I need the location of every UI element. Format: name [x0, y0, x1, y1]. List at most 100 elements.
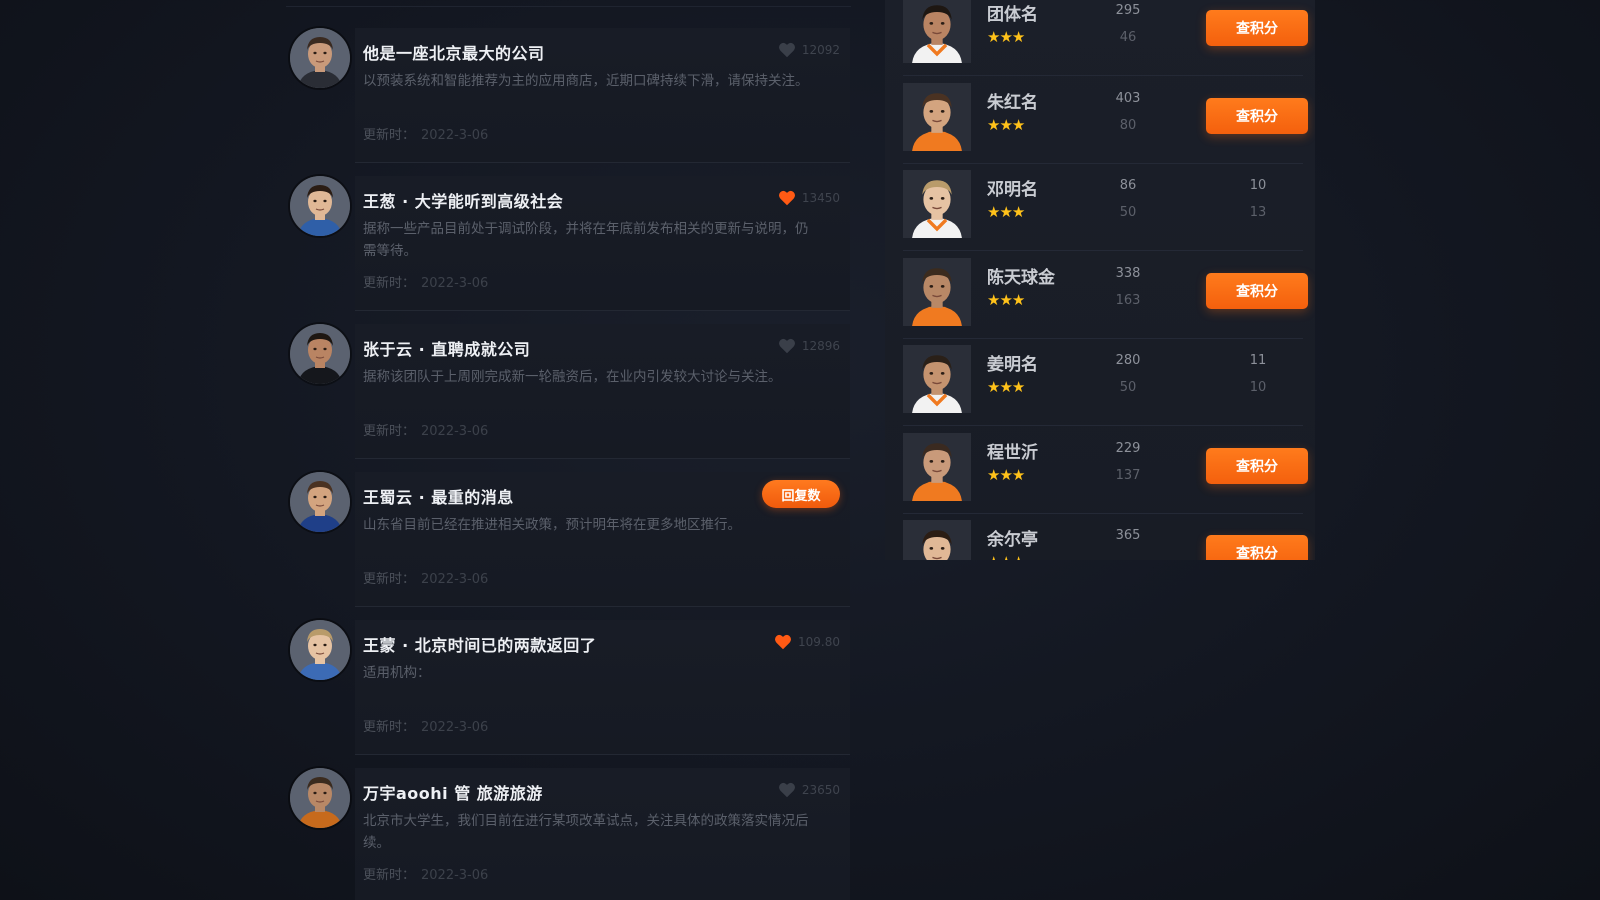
- meta-label: 更新时：: [363, 276, 416, 291]
- player-stat-primary: 338: [1115, 265, 1141, 281]
- comment-date: 2022-3-06: [421, 128, 489, 143]
- player-photo: [903, 345, 971, 413]
- player-row: 邓明名 ★★★ 86 50 10 13: [903, 163, 1303, 251]
- comment-body: 以预装系统和智能推荐为主的应用商店，近期口碑持续下滑，请保持关注。: [363, 73, 809, 89]
- like-button[interactable]: 23650: [778, 782, 840, 798]
- comment-body: 据称一些产品目前处于调试阶段，并将在年底前发布相关的更新与说明，仍需等待。: [363, 221, 809, 259]
- player-stat-primary: 86: [1119, 178, 1137, 193]
- comment-item: 他是一座北京最大的公司以预装系统和智能推荐为主的应用商店，近期口碑持续下滑，请保…: [280, 28, 860, 163]
- check-points-button[interactable]: 查积分: [1206, 97, 1308, 134]
- player-stat-secondary: 163: [1115, 292, 1141, 308]
- comment-meta: 更新时： 2022-3-06: [363, 124, 488, 143]
- player-photo: [903, 520, 971, 560]
- meta-label: 更新时：: [363, 424, 416, 439]
- avatar[interactable]: [290, 28, 350, 88]
- player-photo: [903, 0, 971, 63]
- comment-title[interactable]: 王蒙 · 北京时间已的两款返回了: [363, 632, 596, 656]
- comment-feed: 他是一座北京最大的公司以预装系统和智能推荐为主的应用商店，近期口碑持续下滑，请保…: [280, 0, 860, 900]
- player-name[interactable]: 邓明名: [987, 175, 1038, 200]
- heart-icon: [778, 338, 795, 354]
- comment-title[interactable]: 他是一座北京最大的公司: [363, 40, 545, 64]
- avatar[interactable]: [290, 176, 350, 236]
- star-rating: ★★★: [987, 553, 1025, 560]
- check-points-button[interactable]: 查积分: [1206, 272, 1308, 309]
- comment-meta: 更新时： 2022-3-06: [363, 272, 488, 291]
- like-count: 12092: [801, 43, 840, 57]
- like-count: 13450: [801, 191, 840, 205]
- comment-meta: 更新时： 2022-3-06: [363, 420, 488, 439]
- heart-icon: [775, 634, 791, 650]
- comment-meta: 更新时： 2022-3-06: [363, 568, 488, 587]
- comment-item: 万宇aoohi 管 旅游旅游 北京市大学生，我们目前在进行某项改革试点，关注具体的…: [280, 768, 860, 900]
- avatar[interactable]: [290, 768, 350, 828]
- meta-label: 更新时：: [363, 720, 416, 735]
- comment-date: 2022-3-06: [421, 424, 489, 439]
- avatar[interactable]: [290, 324, 350, 384]
- player-ranking-panel: 团体名 ★★★ 295 46 查积分 朱红名 ★★★ 403 80 查积分 邓明名 ★★★ 86 50 10…: [885, 0, 1315, 560]
- like-count: 12896: [801, 339, 840, 353]
- heart-icon: [778, 42, 795, 58]
- player-stat-primary: 365: [1115, 528, 1141, 543]
- heart-icon: [778, 190, 795, 206]
- player-photo: [903, 170, 971, 238]
- comment-item: 王蒙 · 北京时间已的两款返回了 适用机构： 更新时： 2022-3-06 109.80: [280, 620, 860, 755]
- player-name[interactable]: 程世沂: [987, 438, 1038, 463]
- comment-date: 2022-3-06: [421, 572, 489, 587]
- star-rating: ★★★: [987, 203, 1025, 221]
- player-name[interactable]: 朱红名: [987, 88, 1038, 113]
- like-button[interactable]: 109.80: [774, 634, 840, 650]
- player-name[interactable]: 陈天球金: [987, 263, 1055, 288]
- player-stat-primary: 403: [1115, 90, 1141, 106]
- comment-item: 王葱 · 大学能听到高级社会据称一些产品目前处于调试阶段，并将在年底前发布相关的…: [280, 176, 860, 311]
- comment-meta: 更新时： 2022-3-06: [363, 864, 488, 883]
- comment-item: 王蜀云 · 最重的消息山东省目前已经在推进相关政策，预计明年将在更多地区推行。更…: [280, 472, 860, 607]
- like-button[interactable]: 12896: [778, 338, 840, 354]
- comment-body: 山东省目前已经在推进相关政策，预计明年将在更多地区推行。: [363, 517, 741, 533]
- player-stat-secondary: 50: [1119, 205, 1137, 220]
- player-stat-secondary: 137: [1115, 467, 1141, 483]
- like-count: 109.80: [798, 635, 840, 649]
- player-name[interactable]: 姜明名: [987, 350, 1038, 375]
- player-photo: [903, 82, 971, 151]
- player-extra-secondary: 13: [1249, 205, 1267, 220]
- comment-title[interactable]: 王葱 · 大学能听到高级社会: [363, 188, 563, 212]
- like-button[interactable]: 12092: [778, 42, 840, 58]
- check-points-button[interactable]: 查积分: [1206, 535, 1308, 560]
- player-row: 程世沂 ★★★ 229 137 查积分: [903, 426, 1308, 514]
- comment-date: 2022-3-06: [421, 720, 489, 735]
- comment-date: 2022-3-06: [421, 868, 489, 883]
- check-points-button[interactable]: 查积分: [1206, 10, 1308, 46]
- player-name[interactable]: 团体名: [987, 0, 1038, 25]
- player-row: 朱红名 ★★★ 403 80 查积分: [903, 76, 1308, 164]
- star-rating: ★★★: [987, 378, 1025, 396]
- meta-label: 更新时：: [363, 572, 416, 587]
- player-row: 陈天球金 ★★★ 338 163 查积分: [903, 251, 1308, 339]
- meta-label: 更新时：: [363, 128, 416, 143]
- player-extra-secondary: 10: [1249, 380, 1267, 395]
- heart-icon: [778, 782, 795, 798]
- check-points-button[interactable]: 查积分: [1206, 447, 1308, 484]
- comment-title[interactable]: 张于云 · 直聘成就公司: [363, 336, 530, 360]
- player-stat-primary: 229: [1115, 440, 1141, 456]
- player-name[interactable]: 余尔亭: [987, 525, 1038, 550]
- player-stat-secondary: 50: [1119, 380, 1137, 395]
- avatar[interactable]: [290, 472, 350, 532]
- divider: [286, 6, 851, 7]
- star-rating: ★★★: [987, 290, 1025, 309]
- comment-title[interactable]: 万宇aoohi 管 旅游旅游: [363, 780, 543, 804]
- player-stat-primary: 295: [1115, 3, 1141, 18]
- star-rating: ★★★: [987, 115, 1025, 134]
- comment-item: 张于云 · 直聘成就公司 据称该团队于上周刚完成新一轮融资后，在业内引发较大讨论与…: [280, 324, 860, 459]
- meta-label: 更新时：: [363, 868, 416, 883]
- comment-meta: 更新时： 2022-3-06: [363, 716, 488, 735]
- comment-date: 2022-3-06: [421, 276, 489, 291]
- like-button[interactable]: 13450: [778, 190, 840, 206]
- player-stat-secondary: 80: [1119, 117, 1137, 133]
- reply-count-button[interactable]: 回复数: [762, 480, 840, 508]
- star-rating: ★★★: [987, 465, 1025, 484]
- player-photo: [903, 257, 971, 326]
- avatar[interactable]: [290, 620, 350, 680]
- comment-title[interactable]: 王蜀云 · 最重的消息: [363, 484, 514, 508]
- star-rating: ★★★: [987, 28, 1025, 46]
- player-stat-secondary: 46: [1119, 30, 1137, 45]
